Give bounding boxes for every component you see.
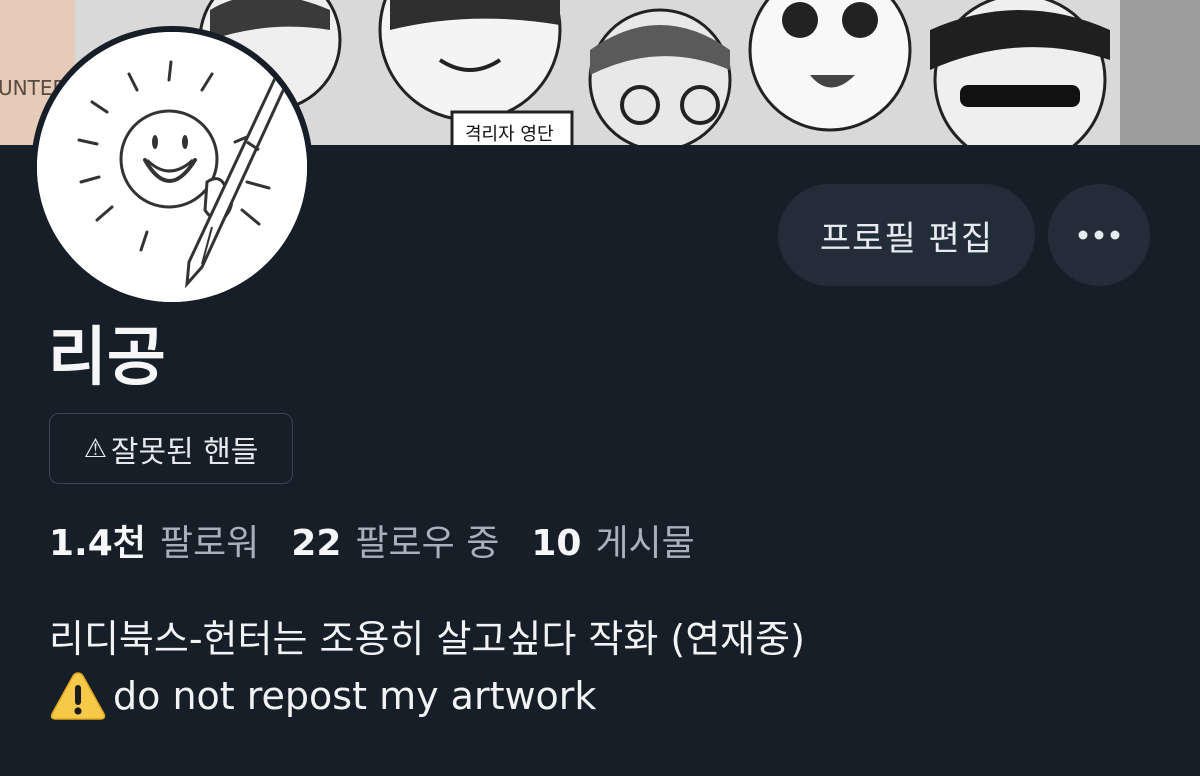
display-name: 리공 [48,321,166,395]
posts-label: 게시물 [595,523,695,564]
warning-icon: ⚠ [83,433,107,464]
banner-sign-text: 격리자 영단 [465,124,554,145]
profile-page: UNTEF 격리자 영단 프로필 편집 리공 ⚠ 잘못된 핸들 1.4천 팔로워… [0,0,1200,776]
bio-line-1: 리디북스-헌터는 조용히 살고싶다 작화 (연재중) [49,617,805,661]
avatar[interactable] [31,26,313,308]
bio-line-2: do not repost my artwork [49,670,596,722]
following-stat[interactable]: 22 팔로우 중 [291,514,499,566]
profile-stats: 1.4천 팔로워 22 팔로우 중 10 게시물 [49,512,695,568]
posts-stat[interactable]: 10 게시물 [531,514,694,566]
edit-profile-button[interactable]: 프로필 편집 [778,184,1035,286]
more-options-button[interactable] [1048,184,1150,286]
avatar-image [37,32,307,302]
more-horizontal-icon [1078,230,1120,240]
followers-label: 팔로워 [159,523,260,564]
handle-label: 잘못된 핸들 [110,434,259,470]
avatar-smiley-pen-drawing [37,32,307,302]
following-count: 22 [291,523,342,564]
followers-stat[interactable]: 1.4천 팔로워 [49,514,259,566]
followers-count: 1.4천 [49,523,146,564]
following-label: 팔로우 중 [355,523,500,564]
posts-count: 10 [531,523,582,564]
bio-line-2-text: do not repost my artwork [113,674,597,718]
invalid-handle-badge[interactable]: ⚠ 잘못된 핸들 [49,413,293,484]
warning-emoji-icon [50,672,106,720]
